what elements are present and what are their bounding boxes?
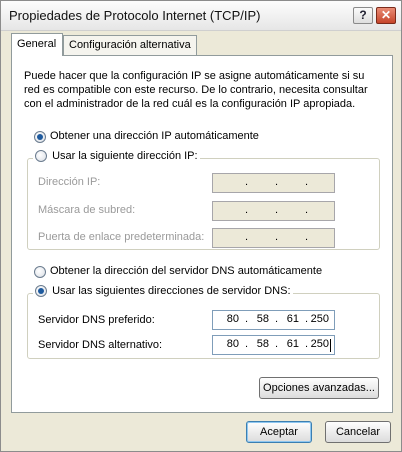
dns-manual-group: Servidor DNS preferido: 80 . 58 . 61 . 2… bbox=[27, 293, 380, 359]
dns-manual-radio[interactable] bbox=[35, 285, 47, 298]
alternate-dns-octet-4: 250 bbox=[310, 338, 329, 350]
subnet-mask-field: ... bbox=[212, 201, 335, 221]
ip-auto-radio[interactable] bbox=[34, 131, 46, 143]
preferred-dns-octet-2: 58 bbox=[256, 313, 269, 325]
alternate-dns-octet-2: 58 bbox=[256, 338, 269, 350]
dns-manual-label[interactable]: Usar las siguientes direcciones de servi… bbox=[52, 285, 290, 297]
preferred-dns-octet-4: 250 bbox=[310, 313, 329, 325]
ip-address-label: Dirección IP: bbox=[38, 176, 101, 188]
text-caret bbox=[330, 339, 331, 352]
default-gateway-label: Puerta de enlace predeterminada: bbox=[38, 231, 205, 243]
ok-button[interactable]: Aceptar bbox=[246, 421, 312, 443]
ip-manual-radio[interactable] bbox=[35, 150, 47, 163]
tcpip-properties-dialog: Propiedades de Protocolo Internet (TCP/I… bbox=[0, 0, 402, 452]
alternate-dns-octet-1: 80 bbox=[226, 338, 239, 350]
preferred-dns-octet-3: 61 bbox=[286, 313, 299, 325]
tab-alternate-configuration[interactable]: Configuración alternativa bbox=[63, 35, 197, 55]
ip-manual-group: Dirección IP: ... Máscara de subred: ...… bbox=[27, 158, 380, 250]
dns-auto-radio[interactable] bbox=[34, 266, 46, 278]
alternate-dns-label: Servidor DNS alternativo: bbox=[38, 339, 163, 351]
ip-manual-label[interactable]: Usar la siguiente dirección IP: bbox=[52, 150, 198, 162]
preferred-dns-label: Servidor DNS preferido: bbox=[38, 314, 155, 326]
ip-address-field: ... bbox=[212, 173, 335, 193]
help-button[interactable]: ? bbox=[353, 7, 373, 24]
general-panel: Puede hacer que la configuración IP se a… bbox=[11, 55, 393, 413]
default-gateway-field: ... bbox=[212, 228, 335, 248]
close-button[interactable]: ✕ bbox=[376, 7, 396, 24]
tab-general[interactable]: General bbox=[11, 33, 63, 56]
cancel-button[interactable]: Cancelar bbox=[325, 421, 391, 443]
ip-manual-option[interactable]: Usar la siguiente dirección IP: bbox=[33, 150, 200, 163]
intro-text: Puede hacer que la configuración IP se a… bbox=[24, 70, 368, 110]
advanced-options-button[interactable]: Opciones avanzadas... bbox=[259, 377, 379, 399]
preferred-dns-octet-1: 80 bbox=[226, 313, 239, 325]
window-title: Propiedades de Protocolo Internet (TCP/I… bbox=[9, 8, 261, 23]
title-bar[interactable]: Propiedades de Protocolo Internet (TCP/I… bbox=[1, 1, 401, 31]
dns-manual-option[interactable]: Usar las siguientes direcciones de servi… bbox=[33, 285, 293, 298]
ip-auto-label[interactable]: Obtener una dirección IP automáticamente bbox=[50, 130, 259, 142]
alternate-dns-octet-3: 61 bbox=[286, 338, 299, 350]
subnet-mask-label: Máscara de subred: bbox=[38, 204, 136, 216]
preferred-dns-field[interactable]: 80 . 58 . 61 . 250 bbox=[212, 310, 335, 330]
dns-auto-label[interactable]: Obtener la dirección del servidor DNS au… bbox=[50, 265, 322, 277]
alternate-dns-field[interactable]: 80 . 58 . 61 . 250 bbox=[212, 335, 335, 355]
